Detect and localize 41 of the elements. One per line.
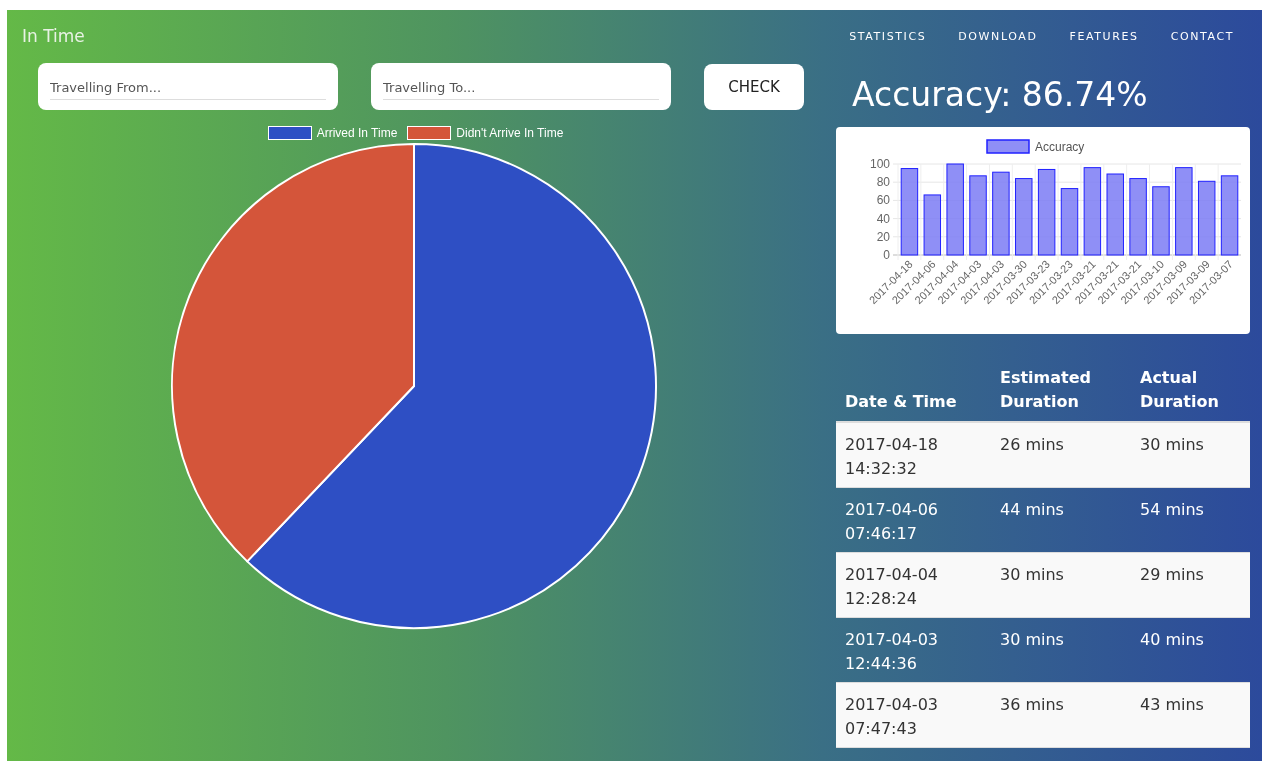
- axis-tick-label: 0: [883, 248, 890, 262]
- table-cell-text: 54 mins: [1139, 499, 1205, 521]
- table-cell-text: 2017-04-03 07:47:43: [844, 694, 939, 740]
- check-button[interactable]: CHECK: [704, 63, 804, 110]
- table-cell-text: 29 mins: [1139, 564, 1205, 586]
- input-field[interactable]: Travelling From...: [38, 63, 338, 110]
- table-cell-text: 44 mins: [999, 499, 1065, 521]
- table-cell-text: 26 mins: [999, 434, 1065, 456]
- table-cell-text: 43 mins: [1139, 694, 1205, 716]
- nav-link[interactable]: DOWNLOAD: [958, 29, 1038, 43]
- table-cell-text: 30 mins: [999, 629, 1065, 651]
- nav-link[interactable]: STATISTICS: [849, 29, 927, 43]
- column-header: Date & Time: [844, 391, 958, 413]
- bar: [923, 194, 942, 256]
- legend-swatch: [986, 139, 1030, 154]
- nav-link[interactable]: CONTACT: [1170, 29, 1234, 43]
- axis-tick-label: 60: [876, 193, 890, 208]
- legend-label: Arrived In Time: [316, 126, 398, 140]
- table-cell-text: 40 mins: [1139, 629, 1205, 651]
- bar: [1060, 188, 1079, 256]
- table-cell-text: 2017-04-18 14:32:32: [844, 434, 939, 480]
- column-header: Estimated Duration: [999, 367, 1092, 413]
- nav-link[interactable]: FEATURES: [1069, 29, 1139, 43]
- legend-swatch: [267, 126, 312, 140]
- table-cell-text: 2017-04-03 12:44:36: [844, 629, 939, 675]
- axis-tick-label: 100: [869, 157, 890, 171]
- legend-label: Didn't Arrive In Time: [456, 126, 564, 140]
- input-field[interactable]: Travelling To...: [371, 63, 671, 110]
- accuracy-heading: Accuracy: 86.74%: [852, 75, 1149, 116]
- legend-swatch: [407, 126, 452, 140]
- axis-tick-label: 40: [876, 211, 890, 226]
- legend-label: Accuracy: [1035, 140, 1085, 154]
- table-cell-text: 30 mins: [1139, 434, 1205, 456]
- table-cell-text: 36 mins: [999, 694, 1065, 716]
- table-cell-text: 2017-04-04 12:28:24: [844, 564, 939, 610]
- bar: [1152, 186, 1170, 256]
- table-cell-text: 2017-04-06 07:46:17: [844, 499, 939, 545]
- axis-tick-label: 20: [876, 229, 890, 244]
- column-header: Actual Duration: [1139, 367, 1220, 413]
- axis-tick-label: 80: [876, 175, 890, 190]
- table-cell-text: 30 mins: [999, 564, 1065, 586]
